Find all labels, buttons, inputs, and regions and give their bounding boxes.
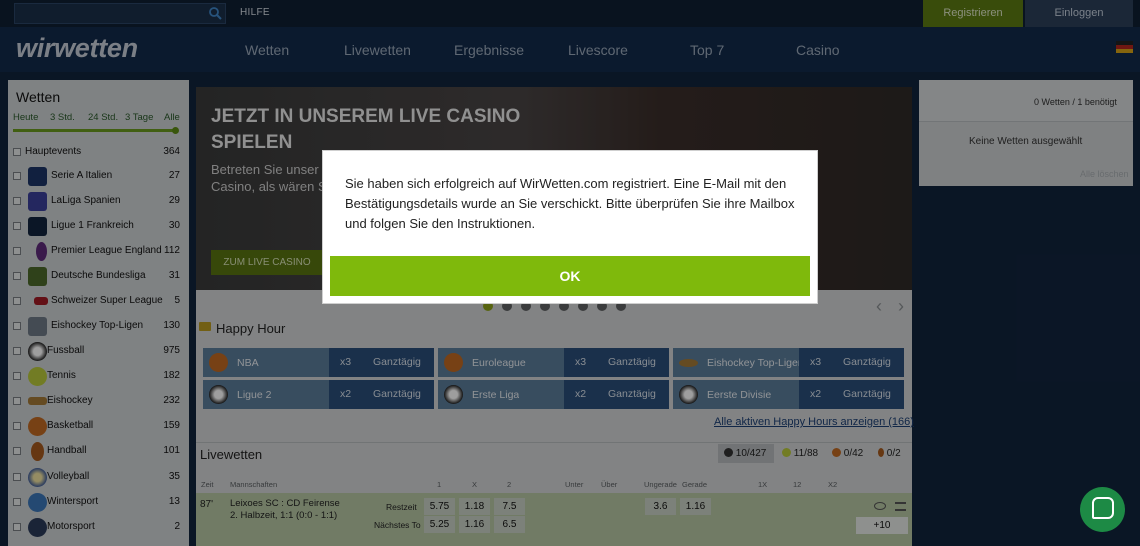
chat-bubble-icon	[1092, 497, 1114, 519]
dialog-message: Sie haben sich erfolgreich auf WirWetten…	[345, 176, 795, 231]
ok-button[interactable]: OK	[330, 256, 810, 296]
